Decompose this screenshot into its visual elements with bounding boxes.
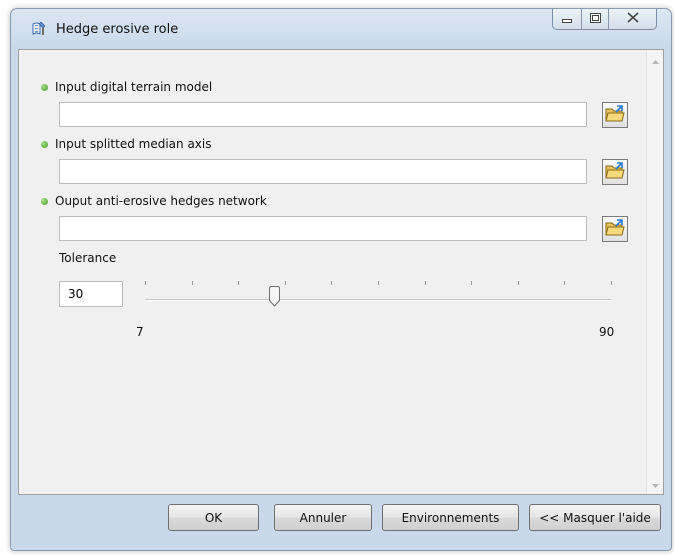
cancel-button[interactable]: Annuler bbox=[274, 504, 372, 531]
minimize-icon bbox=[562, 12, 572, 26]
parameters-panel: Input digital terrain model Input splitt… bbox=[18, 49, 664, 495]
slider-track[interactable] bbox=[145, 299, 611, 301]
slider-tick bbox=[517, 281, 519, 285]
param-label-output-network: Ouput anti-erosive hedges network bbox=[41, 194, 267, 208]
required-indicator-icon bbox=[41, 140, 48, 148]
ok-button[interactable]: OK bbox=[168, 504, 259, 531]
param-label-text: Input splitted median axis bbox=[55, 137, 212, 151]
close-icon bbox=[626, 12, 639, 26]
slider-tick bbox=[284, 281, 286, 285]
window-title: Hedge erosive role bbox=[56, 22, 179, 37]
environments-button[interactable]: Environnements bbox=[382, 504, 519, 531]
maximize-button[interactable] bbox=[582, 9, 609, 29]
input-dtm-field[interactable] bbox=[59, 102, 587, 127]
output-network-field[interactable] bbox=[59, 216, 587, 241]
title-bar[interactable]: Hedge erosive role bbox=[11, 9, 671, 49]
slider-thumb[interactable] bbox=[269, 286, 281, 307]
dialog-window: Hedge erosive role Input digital terrain… bbox=[10, 8, 672, 551]
input-median-axis-field[interactable] bbox=[59, 159, 587, 184]
slider-tick bbox=[238, 281, 240, 285]
tolerance-slider[interactable] bbox=[141, 272, 615, 312]
browse-dtm-button[interactable] bbox=[602, 102, 628, 128]
param-label-dtm: Input digital terrain model bbox=[41, 80, 212, 94]
slider-max-label: 90 bbox=[599, 325, 615, 339]
tolerance-input[interactable] bbox=[59, 281, 123, 307]
scroll-up-button[interactable] bbox=[647, 52, 663, 68]
required-indicator-icon bbox=[41, 83, 48, 91]
slider-tick bbox=[378, 281, 379, 285]
required-indicator-icon bbox=[41, 197, 48, 205]
arrow-up-icon bbox=[651, 53, 659, 67]
slider-tick bbox=[424, 281, 426, 285]
maximize-icon bbox=[589, 12, 601, 26]
arrow-down-icon bbox=[651, 477, 659, 491]
slider-tick bbox=[191, 281, 193, 285]
param-label-text: Ouput anti-erosive hedges network bbox=[55, 194, 267, 208]
param-label-median-axis: Input splitted median axis bbox=[41, 137, 212, 151]
dialog-footer: OK Annuler Environnements << Masquer l'a… bbox=[18, 495, 664, 545]
open-folder-icon bbox=[605, 104, 625, 126]
browse-median-axis-button[interactable] bbox=[602, 159, 628, 185]
open-folder-icon bbox=[605, 218, 625, 240]
open-folder-icon bbox=[605, 161, 625, 183]
scroll-down-button[interactable] bbox=[647, 476, 663, 492]
slider-tick bbox=[145, 281, 146, 285]
browse-output-network-button[interactable] bbox=[602, 216, 628, 242]
vertical-scrollbar[interactable] bbox=[646, 50, 663, 494]
window-controls bbox=[552, 9, 657, 30]
tolerance-label: Tolerance bbox=[59, 251, 117, 265]
slider-tick bbox=[471, 281, 473, 285]
hide-help-button[interactable]: << Masquer l'aide bbox=[529, 504, 661, 531]
close-button[interactable] bbox=[609, 9, 656, 29]
slider-tick bbox=[611, 281, 612, 285]
minimize-button[interactable] bbox=[553, 9, 582, 29]
slider-tick bbox=[564, 281, 566, 285]
slider-min-label: 7 bbox=[136, 325, 144, 339]
toolbox-script-icon bbox=[30, 20, 48, 38]
slider-tick bbox=[331, 281, 333, 285]
param-label-text: Input digital terrain model bbox=[55, 80, 213, 94]
